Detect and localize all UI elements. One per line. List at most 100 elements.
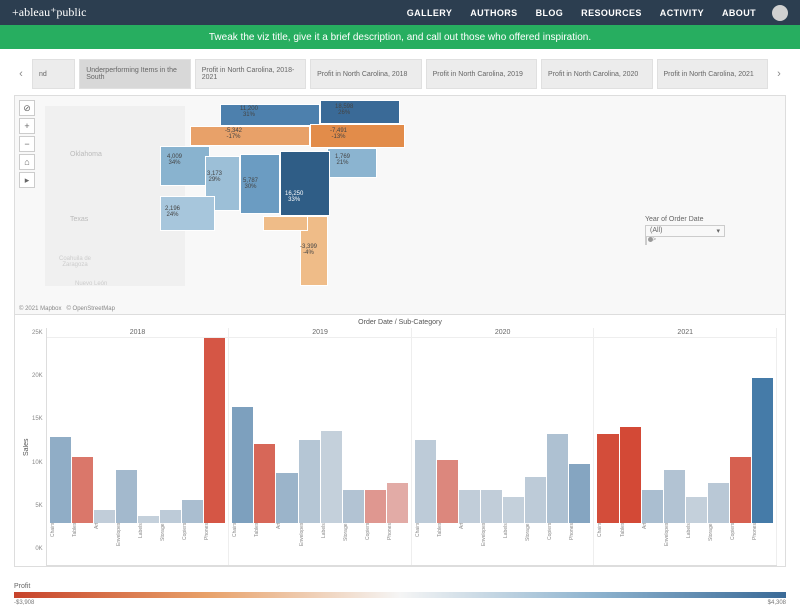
- nav-resources[interactable]: RESOURCES: [581, 8, 642, 18]
- chart-plot[interactable]: 2018ChairsTablesArtEnvelopesLabelsStorag…: [46, 328, 777, 566]
- map-zoom-in[interactable]: +: [19, 118, 35, 134]
- x-label: Envelopes: [116, 523, 137, 565]
- bar[interactable]: [365, 490, 386, 523]
- bar[interactable]: [569, 464, 590, 523]
- year-header: 2021: [594, 328, 776, 338]
- legend-max: $4,308: [768, 600, 786, 606]
- x-label: Copiers: [730, 523, 751, 565]
- x-label: Phones: [387, 523, 408, 565]
- bar[interactable]: [299, 440, 320, 523]
- x-label: Copiers: [365, 523, 386, 565]
- nav-about[interactable]: ABOUT: [722, 8, 756, 18]
- bar[interactable]: [437, 460, 458, 523]
- state-virginia[interactable]: [320, 100, 400, 124]
- nav-activity[interactable]: ACTIVITY: [660, 8, 704, 18]
- slider-next[interactable]: >: [653, 237, 657, 243]
- x-label: Chairs: [50, 523, 71, 565]
- bar[interactable]: [321, 431, 342, 524]
- bar[interactable]: [160, 510, 181, 523]
- bar[interactable]: [343, 490, 364, 523]
- label-mississippi: 3,17329%: [207, 171, 222, 183]
- state-kentucky[interactable]: [220, 104, 320, 126]
- logo[interactable]: +ableau⁺public: [12, 5, 86, 20]
- story-tab-2[interactable]: Profit in North Carolina, 2018: [310, 59, 421, 89]
- year-header: 2018: [47, 328, 229, 338]
- year-filter-dropdown[interactable]: (All)▾: [645, 225, 725, 237]
- x-labels: ChairsTablesArtEnvelopesLabelsStorageCop…: [594, 523, 776, 565]
- map-view[interactable]: ⊘ + − ⌂ ▸ Oklahoma Texas Coahuila de Zar…: [14, 95, 786, 315]
- state-nc[interactable]: [310, 124, 405, 148]
- story-tab-4[interactable]: Profit in North Carolina, 2020: [541, 59, 652, 89]
- story-tab-partial[interactable]: nd: [32, 59, 75, 89]
- year-group: 2019ChairsTablesArtEnvelopesLabelsStorag…: [229, 328, 412, 565]
- state-georgia[interactable]: [280, 151, 330, 216]
- state-florida-pan[interactable]: [263, 216, 308, 231]
- bar[interactable]: [525, 477, 546, 523]
- bar[interactable]: [503, 497, 524, 523]
- story-tab-1[interactable]: Profit in North Carolina, 2018-2021: [195, 59, 306, 89]
- bar[interactable]: [204, 338, 225, 523]
- map-pan-icon[interactable]: ▸: [19, 172, 35, 188]
- x-label: Tables: [437, 523, 458, 565]
- color-legend: Profit -$3,908 $4,308: [0, 577, 800, 616]
- x-label: Art: [94, 523, 115, 565]
- bar[interactable]: [276, 473, 297, 523]
- story-next[interactable]: ›: [772, 68, 786, 80]
- bar[interactable]: [686, 497, 707, 523]
- bar[interactable]: [730, 457, 751, 523]
- year-filter-label: Year of Order Date: [645, 216, 725, 223]
- bg-coahuila: Coahuila de Zaragoza: [50, 256, 100, 268]
- state-tennessee[interactable]: [190, 126, 310, 146]
- bar[interactable]: [387, 483, 408, 523]
- chevron-down-icon: ▾: [716, 227, 720, 235]
- bars: [229, 338, 411, 523]
- bar[interactable]: [597, 434, 618, 523]
- state-arkansas[interactable]: [160, 146, 210, 186]
- map-home-icon[interactable]: ⌂: [19, 154, 35, 170]
- bar[interactable]: [664, 470, 685, 523]
- bar[interactable]: [481, 490, 502, 523]
- bar[interactable]: [547, 434, 568, 523]
- bar[interactable]: [50, 437, 71, 523]
- bar[interactable]: [415, 440, 436, 523]
- bar[interactable]: [94, 510, 115, 523]
- bar[interactable]: [752, 378, 773, 523]
- top-navbar: +ableau⁺public GALLERY AUTHORS BLOG RESO…: [0, 0, 800, 25]
- x-label: Copiers: [182, 523, 203, 565]
- label-sc: 1,76921%: [335, 154, 350, 166]
- label-virginia: 18,59826%: [335, 104, 353, 116]
- bg-texas: Texas: [70, 216, 88, 223]
- x-label: Tables: [620, 523, 641, 565]
- year-slider[interactable]: [645, 236, 647, 245]
- nav-authors[interactable]: AUTHORS: [470, 8, 517, 18]
- bar[interactable]: [138, 516, 159, 523]
- bar[interactable]: [620, 427, 641, 523]
- story-tab-5[interactable]: Profit in North Carolina, 2021: [657, 59, 768, 89]
- x-label: Phones: [569, 523, 590, 565]
- bar[interactable]: [254, 444, 275, 523]
- main-nav: GALLERY AUTHORS BLOG RESOURCES ACTIVITY …: [407, 8, 756, 18]
- x-label: Labels: [138, 523, 159, 565]
- map-search-icon[interactable]: ⊘: [19, 100, 35, 116]
- nav-gallery[interactable]: GALLERY: [407, 8, 452, 18]
- bar[interactable]: [232, 407, 253, 523]
- x-label: Storage: [160, 523, 181, 565]
- bar[interactable]: [72, 457, 93, 523]
- nav-blog[interactable]: BLOG: [536, 8, 564, 18]
- x-label: Labels: [503, 523, 524, 565]
- bar[interactable]: [708, 483, 729, 523]
- bar[interactable]: [459, 490, 480, 523]
- bar[interactable]: [642, 490, 663, 523]
- story-tab-0[interactable]: Underperforming Items in the South: [79, 59, 190, 89]
- legend-gradient: [14, 592, 786, 598]
- avatar[interactable]: [772, 5, 788, 21]
- x-label: Storage: [525, 523, 546, 565]
- bars: [47, 338, 229, 523]
- story-tab-3[interactable]: Profit in North Carolina, 2019: [426, 59, 537, 89]
- year-filter: Year of Order Date (All)▾ <>: [645, 216, 725, 244]
- map-zoom-out[interactable]: −: [19, 136, 35, 152]
- label-georgia: 16,25033%: [285, 191, 303, 203]
- bar[interactable]: [116, 470, 137, 523]
- bar[interactable]: [182, 500, 203, 523]
- story-prev[interactable]: ‹: [14, 68, 28, 80]
